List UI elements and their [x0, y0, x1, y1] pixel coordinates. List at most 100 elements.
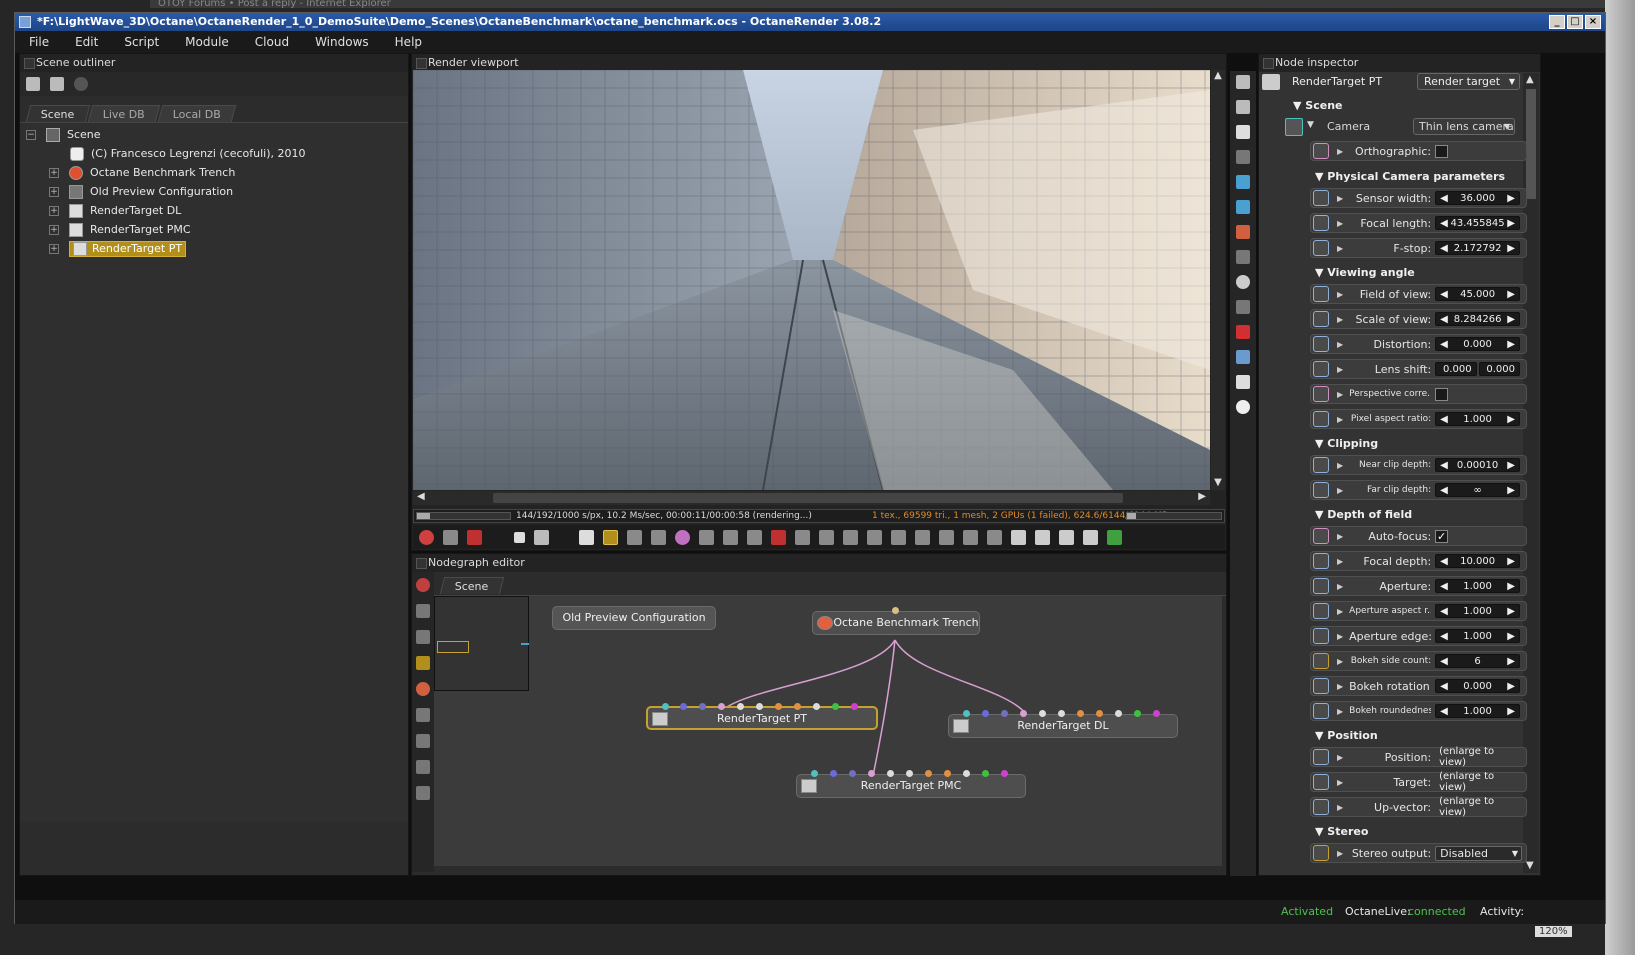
aperture-edge-field[interactable]: ◀ 1.000 ▶ — [1435, 629, 1520, 643]
scroll-thumb[interactable] — [1526, 89, 1536, 199]
orthographic-row[interactable]: ▶ Orthographic: — [1310, 141, 1527, 161]
stop-render-button[interactable] — [514, 531, 525, 543]
focal-length-field[interactable]: ◀ 43.455845 ▶ — [1435, 216, 1520, 230]
menu-help[interactable]: Help — [395, 35, 422, 49]
far-clip-field[interactable]: ◀ ∞ ▶ — [1435, 483, 1520, 497]
pause-render-button[interactable] — [579, 529, 594, 545]
grid-icon[interactable] — [416, 786, 430, 800]
perspective-checkbox[interactable] — [1435, 387, 1449, 401]
lens-shift-y-field[interactable]: 0.000 — [1478, 362, 1520, 376]
object-layer-quick-icon[interactable] — [1236, 350, 1250, 364]
node-type-dropdown[interactable]: Render target ▼ — [1417, 73, 1520, 90]
expand-all-icon[interactable] — [26, 77, 40, 91]
target-row[interactable]: ▶ Target: (enlarge to view) — [1310, 771, 1527, 793]
distortion-row[interactable]: ▶ Distortion: ◀ 0.000 ▶ — [1310, 334, 1527, 354]
camera-expand-arrow[interactable]: ▼ — [1307, 120, 1314, 130]
geometry-quick-icon[interactable] — [1236, 325, 1250, 339]
menu-module[interactable]: Module — [185, 35, 229, 49]
orthographic-checkbox[interactable] — [1435, 144, 1449, 158]
expand-inspector-icon[interactable] — [1236, 75, 1250, 89]
scale-of-view-row[interactable]: ▶ Scale of view: ◀ 8.284266 ▶ — [1310, 309, 1527, 329]
lock-viewport-icon[interactable] — [987, 529, 1002, 545]
camera-type-dropdown[interactable]: Thin lens camera ▼ — [1413, 118, 1515, 135]
start-render-button[interactable] — [603, 529, 618, 545]
maximize-button[interactable]: □ — [1567, 15, 1583, 29]
position-row[interactable]: ▶ Position: (enlarge to view) — [1310, 746, 1527, 768]
viewport-vertical-scrollbar[interactable]: ▲ ▼ — [1211, 70, 1225, 490]
menu-script[interactable]: Script — [124, 35, 159, 49]
film-settings-quick-icon[interactable] — [1236, 375, 1250, 389]
tab-scene[interactable]: Scene — [25, 105, 90, 122]
tab-live-db[interactable]: Live DB — [87, 105, 160, 122]
tree-item-old-preview[interactable]: + Old Preview Configuration — [20, 182, 408, 201]
tree-item-rendertarget-pt[interactable]: + RenderTarget PT — [20, 239, 408, 258]
far-clip-row[interactable]: ▶ Far clip depth: ◀ ∞ ▶ — [1310, 480, 1527, 500]
aperture-edge-row[interactable]: ▶ Aperture edge: ◀ 1.000 ▶ — [1310, 626, 1527, 646]
bokeh-side-count-row[interactable]: ▶ Bokeh side count: ◀ 6 ▶ — [1310, 651, 1527, 671]
material-node-icon[interactable] — [416, 682, 430, 696]
visible-env-quick-icon[interactable] — [1236, 200, 1250, 214]
material-picker-icon[interactable] — [699, 529, 714, 545]
stereo-output-dropdown[interactable]: Disabled ▼ — [1435, 845, 1522, 861]
camera-node-icon[interactable] — [416, 708, 430, 722]
pixel-aspect-row[interactable]: ▶ Pixel aspect ratio: ◀ 1.000 ▶ — [1310, 409, 1527, 429]
bokeh-rotation-row[interactable]: ▶ Bokeh rotation: ◀ 0.000 ▶ — [1310, 676, 1527, 696]
section-physical-camera[interactable]: ▼ Physical Camera parameters — [1315, 170, 1505, 183]
tree-item-rendertarget-pmc[interactable]: + RenderTarget PMC — [20, 220, 408, 239]
up-vector-row[interactable]: ▶ Up-vector: (enlarge to view) — [1310, 796, 1527, 818]
render-image[interactable] — [413, 70, 1210, 490]
environment-quick-icon[interactable] — [1236, 175, 1250, 189]
aperture-field[interactable]: ◀ 1.000 ▶ — [1435, 579, 1520, 593]
fov-field[interactable]: ◀ 45.000 ▶ — [1435, 287, 1520, 301]
group-icon[interactable] — [416, 630, 430, 644]
focal-depth-row[interactable]: ▶ Focal depth: ◀ 10.000 ▶ — [1310, 551, 1527, 571]
rotate-gizmo-icon[interactable] — [1059, 529, 1074, 545]
near-clip-row[interactable]: ▶ Near clip depth: ◀ 0.00010 ▶ — [1310, 455, 1527, 475]
fstop-field[interactable]: ◀ 2.172792 ▶ — [1435, 241, 1520, 255]
menu-edit[interactable]: Edit — [75, 35, 98, 49]
autofocus-picker-icon[interactable] — [651, 529, 666, 545]
expand-toggle[interactable]: + — [49, 167, 59, 178]
zoom-icon[interactable] — [819, 529, 834, 545]
channels-icon[interactable] — [467, 529, 482, 545]
tree-item-scene[interactable]: − Scene — [20, 125, 408, 144]
object-picker-icon[interactable] — [723, 529, 738, 545]
scroll-down-arrow[interactable]: ▼ — [1211, 477, 1225, 488]
save-render-icon[interactable] — [915, 529, 930, 545]
collapse-toggle[interactable]: − — [26, 129, 36, 140]
render-region-icon[interactable] — [627, 529, 642, 545]
light-quick-icon[interactable] — [1236, 400, 1250, 414]
render-target-node-icon[interactable] — [416, 656, 430, 670]
sensor-width-field[interactable]: ◀ 36.000 ▶ — [1435, 191, 1520, 205]
background-image-icon[interactable] — [963, 529, 978, 545]
scroll-right-arrow[interactable]: ▶ — [1198, 491, 1206, 502]
clay-mode-icon[interactable] — [443, 529, 458, 545]
fstop-row[interactable]: ▶ F-stop: ◀ 2.172792 ▶ — [1310, 238, 1527, 258]
export-passes-icon[interactable] — [939, 529, 954, 545]
copy-clipboard-icon[interactable] — [891, 529, 906, 545]
menu-cloud[interactable]: Cloud — [255, 35, 289, 49]
nodegraph-canvas[interactable]: Old Preview Configuration Octane Benchma… — [434, 596, 1222, 866]
aperture-aspect-row[interactable]: ▶ Aperture aspect r... ◀ 1.000 ▶ — [1310, 601, 1527, 621]
scroll-up-arrow[interactable]: ▲ — [1526, 74, 1534, 85]
region-render-icon[interactable] — [771, 529, 786, 545]
sensor-width-row[interactable]: ▶ Sensor width: ◀ 36.000 ▶ — [1310, 188, 1527, 208]
node-rendertarget-dl[interactable]: RenderTarget DL — [948, 710, 1178, 738]
section-position[interactable]: ▼ Position — [1315, 729, 1378, 742]
distortion-field[interactable]: ◀ 0.000 ▶ — [1435, 337, 1520, 351]
scroll-up-arrow[interactable]: ▲ — [1211, 70, 1225, 81]
restart-render-button[interactable] — [534, 529, 549, 545]
perspective-correction-row[interactable]: ▶ Perspective corre... — [1310, 384, 1527, 404]
autofocus-row[interactable]: ▶ Auto-focus: ✓ — [1310, 526, 1527, 546]
environment-node-icon[interactable] — [416, 734, 430, 748]
recenter-graph-icon[interactable] — [416, 578, 430, 592]
bokeh-rotation-field[interactable]: ◀ 0.000 ▶ — [1435, 679, 1520, 693]
focal-depth-field[interactable]: ◀ 10.000 ▶ — [1435, 554, 1520, 568]
node-old-preview-configuration[interactable]: Old Preview Configuration — [552, 606, 716, 630]
scroll-down-arrow[interactable]: ▼ — [1526, 860, 1534, 871]
fov-row[interactable]: ▶ Field of view: ◀ 45.000 ▶ — [1310, 284, 1527, 304]
section-scene[interactable]: ▼ Scene — [1293, 99, 1343, 112]
collapse-inspector-icon[interactable] — [1236, 100, 1250, 114]
decal-icon[interactable] — [867, 529, 882, 545]
kernel-quick-icon[interactable] — [1236, 225, 1250, 239]
